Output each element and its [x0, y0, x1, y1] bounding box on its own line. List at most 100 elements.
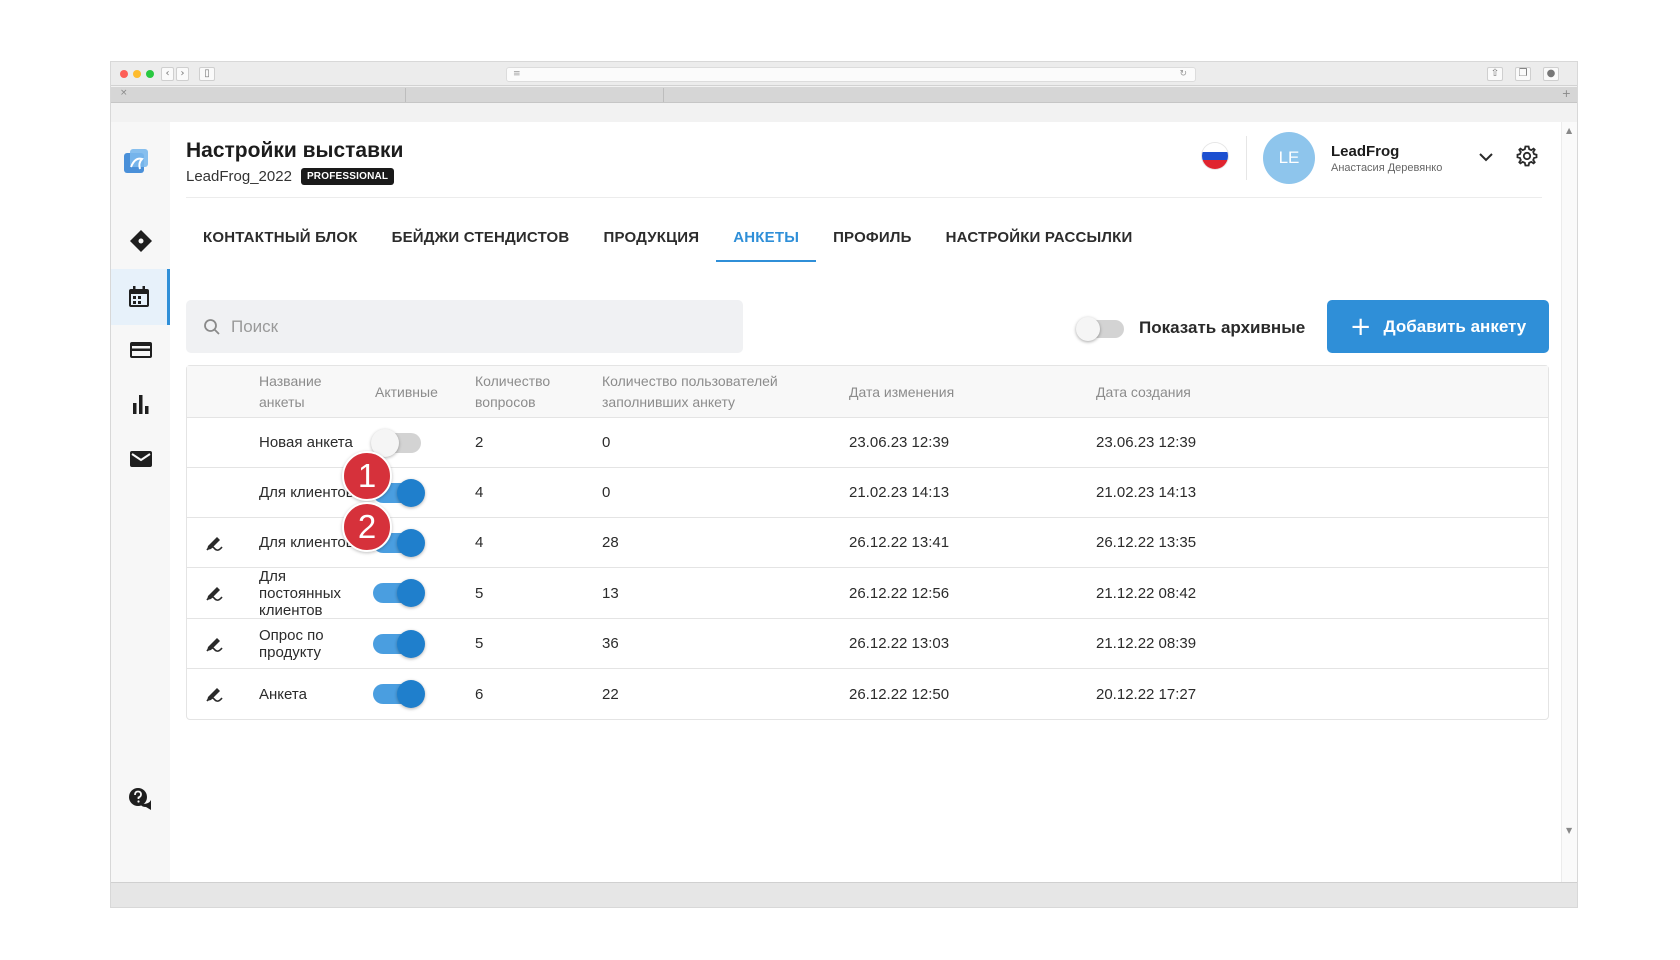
column-header-active: Активные — [375, 383, 438, 400]
modified-date: 23.06.23 12:39 — [849, 434, 950, 451]
settings-tabs: Контактный блок Бейджи стендистов Продук… — [186, 212, 1149, 262]
browser-status-bar — [111, 882, 1577, 907]
help-chat-icon — [128, 788, 151, 810]
calendar-icon — [129, 286, 149, 307]
questions-count: 2 — [475, 434, 484, 451]
column-header-users: Количество пользователей заполнивших анк… — [602, 373, 778, 410]
page-title: Настройки выставки — [186, 139, 404, 162]
browser-toolbar: ‹ › ▯ ≡ ↻ ⇧ ❐ ● — [111, 62, 1577, 86]
browser-tab[interactable] — [406, 88, 664, 102]
scroll-down-icon[interactable]: ▼ — [1566, 826, 1572, 835]
new-tab-icon[interactable]: + — [1562, 87, 1571, 100]
questions-count: 4 — [475, 484, 484, 501]
sidebar-item-cards[interactable] — [111, 322, 170, 378]
survey-name: Опрос по продукту — [259, 626, 324, 661]
table-row[interactable]: Опрос по продукту 5 36 26.12.22 13:03 21… — [187, 619, 1548, 669]
share-icon[interactable]: ⇧ — [1487, 67, 1503, 81]
toggle-knob — [1076, 317, 1100, 341]
header-divider — [1246, 136, 1247, 180]
tab-staff-badges[interactable]: Бейджи стендистов — [375, 212, 587, 262]
users-count: 0 — [602, 484, 611, 501]
sidebar-item-analytics[interactable] — [111, 376, 170, 432]
edit-pen-icon[interactable] — [203, 532, 225, 554]
add-survey-label: Добавить анкету — [1383, 316, 1527, 336]
scroll-up-icon[interactable]: ▲ — [1566, 126, 1572, 135]
plus-icon: + — [1349, 311, 1372, 342]
sidebar-toggle-icon[interactable]: ▯ — [199, 67, 215, 81]
close-window-icon[interactable] — [120, 70, 128, 78]
users-count: 0 — [602, 434, 611, 451]
extension-icon[interactable]: ● — [1543, 67, 1559, 81]
surveys-table: Название анкеты Активные Количество вопр… — [186, 365, 1549, 720]
sidebar — [111, 122, 170, 882]
user-name[interactable]: LeadFrog — [1331, 143, 1399, 160]
table-row[interactable]: Новая анкета 2 0 23.06.23 12:39 23.06.23… — [187, 418, 1548, 468]
address-bar[interactable]: ≡ ↻ — [506, 67, 1196, 82]
reload-icon[interactable]: ↻ — [1179, 69, 1187, 79]
column-header-created: Дата создания — [1096, 383, 1191, 400]
column-header-questions: Количество вопросов — [475, 373, 551, 410]
modified-date: 26.12.22 12:50 — [849, 685, 950, 703]
questions-count: 6 — [475, 685, 484, 703]
table-row[interactable]: Анкета 6 22 26.12.22 12:50 20.12.22 17:2… — [187, 669, 1548, 719]
ticket-icon — [129, 230, 152, 252]
page-scrollbar[interactable]: ▲ ▼ — [1561, 122, 1577, 882]
column-header-modified: Дата изменения — [849, 383, 955, 400]
questions-count: 4 — [475, 534, 484, 551]
chevron-down-icon[interactable] — [1476, 147, 1496, 167]
created-date: 23.06.23 12:39 — [1096, 434, 1197, 451]
language-flag-icon[interactable] — [1202, 143, 1228, 169]
back-icon[interactable]: ‹ — [161, 67, 174, 81]
logo-icon[interactable] — [122, 147, 150, 175]
table-row[interactable]: Для постоянных клиентов 5 13 26.12.22 12… — [187, 568, 1548, 619]
survey-name: Для постоянных клиентов — [259, 568, 341, 618]
active-toggle[interactable] — [373, 579, 425, 607]
bar-chart-icon — [132, 395, 148, 414]
active-toggle[interactable] — [373, 680, 425, 708]
active-toggle[interactable] — [371, 428, 421, 457]
browser-tab-strip: × + — [111, 87, 1577, 103]
show-archived-label: Показать архивные — [1139, 318, 1306, 337]
tab-contact-block[interactable]: Контактный блок — [186, 212, 375, 262]
browser-tab[interactable] — [111, 88, 406, 102]
sidebar-item-mail[interactable] — [111, 431, 170, 487]
users-count: 28 — [602, 534, 619, 551]
survey-name: Анкета — [259, 685, 307, 703]
sidebar-item-tickets[interactable] — [111, 213, 170, 269]
avatar[interactable]: LE — [1263, 132, 1315, 184]
add-survey-button[interactable]: + Добавить анкету — [1327, 300, 1549, 353]
gear-icon[interactable] — [1515, 144, 1539, 168]
edit-pen-icon[interactable] — [203, 683, 225, 705]
mail-icon — [129, 451, 152, 467]
annotation-marker-1: 1 — [342, 451, 392, 501]
search-input[interactable] — [231, 316, 701, 337]
tab-mailing-settings[interactable]: Настройки рассылки — [929, 212, 1150, 262]
forward-icon[interactable]: › — [176, 67, 189, 81]
created-date: 21.12.22 08:39 — [1096, 635, 1197, 652]
active-toggle[interactable] — [373, 629, 425, 658]
created-date: 21.02.23 14:13 — [1096, 484, 1197, 501]
tab-products[interactable]: Продукция — [586, 212, 716, 262]
annotation-marker-2: 2 — [342, 502, 392, 552]
maximize-window-icon[interactable] — [146, 70, 154, 78]
minimize-window-icon[interactable] — [133, 70, 141, 78]
expo-subtitle: LeadFrog_2022 PROFESSIONAL — [186, 168, 395, 185]
tab-surveys[interactable]: Анкеты — [716, 212, 816, 262]
sidebar-item-expo[interactable] — [111, 269, 170, 325]
tab-profile[interactable]: Профиль — [816, 212, 929, 262]
edit-pen-icon[interactable] — [203, 582, 225, 604]
app-content: Настройки выставки LeadFrog_2022 PROFESS… — [111, 122, 1561, 882]
show-archived-toggle[interactable] — [1076, 317, 1124, 341]
created-date: 26.12.22 13:35 — [1096, 534, 1197, 551]
modified-date: 26.12.22 13:03 — [849, 635, 950, 652]
plan-badge: PROFESSIONAL — [300, 168, 395, 185]
tabs-overview-icon[interactable]: ❐ — [1515, 67, 1531, 81]
modified-date: 21.02.23 14:13 — [849, 484, 950, 501]
user-subname: Анастасия Деревянко — [1331, 162, 1443, 174]
table-header: Название анкеты Активные Количество вопр… — [187, 366, 1548, 418]
sidebar-item-help[interactable] — [111, 772, 170, 828]
column-header-name: Название анкеты — [259, 373, 322, 410]
edit-pen-icon[interactable] — [203, 633, 225, 655]
card-icon — [129, 342, 152, 358]
users-count: 36 — [602, 635, 619, 652]
